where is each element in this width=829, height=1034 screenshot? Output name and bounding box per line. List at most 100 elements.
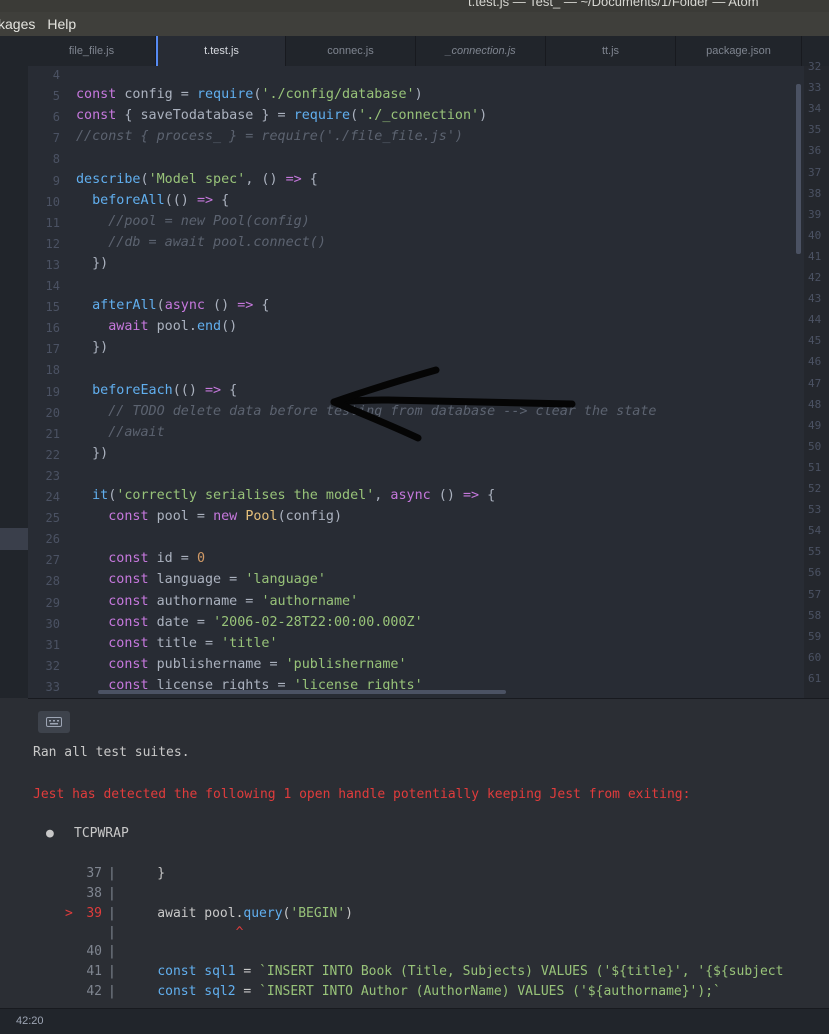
frame-line-number: 37	[86, 866, 102, 881]
frame-code: ^	[235, 925, 244, 940]
frame-pipe: |	[108, 906, 116, 921]
tree-view-selected-item[interactable]	[0, 528, 28, 550]
right-gutter-number: 40	[808, 228, 822, 242]
right-gutter-number: 59	[808, 629, 822, 643]
line-number: 11	[45, 215, 60, 230]
right-gutter-number: 50	[808, 439, 822, 453]
right-gutter-number: 36	[808, 144, 822, 158]
code-line[interactable]: const date = '2006-02-28T22:00:00.000Z'	[76, 615, 422, 630]
terminal-panel[interactable]: Ran all test suites. Jest has detected t…	[28, 698, 829, 1009]
tab-tt-js[interactable]: tt.js	[546, 36, 676, 66]
right-gutter-number: 39	[808, 207, 822, 221]
tree-view-sidebar[interactable]	[0, 36, 28, 701]
line-number: 30	[45, 616, 60, 631]
code-line[interactable]: const config = require('./config/databas…	[76, 87, 423, 102]
line-number: 26	[45, 532, 60, 547]
frame-pipe: |	[108, 866, 116, 881]
right-gutter-number: 60	[808, 650, 822, 664]
line-number: 5	[52, 89, 60, 104]
line-number: 4	[52, 68, 60, 82]
code-line[interactable]: const pool = new Pool(config)	[76, 509, 342, 524]
code-line[interactable]: })	[76, 256, 108, 271]
line-number: 9	[52, 173, 60, 188]
line-number: 24	[45, 490, 60, 504]
line-number: 15	[45, 300, 60, 315]
tab-bar: file_file.js t.test.js connec.js _connectio…	[28, 36, 829, 66]
horizontal-scrollbar[interactable]	[98, 690, 506, 694]
line-number: 13	[45, 257, 60, 272]
tab-connection-js[interactable]: _connection.js	[416, 36, 546, 66]
line-number: 23	[45, 468, 60, 483]
line-number: 28	[45, 574, 60, 589]
line-number: 7	[52, 131, 60, 146]
code-line[interactable]: describe('Model spec', () => {	[76, 172, 318, 187]
hand-drawn-arrow-annotation	[330, 366, 576, 442]
right-gutter-number: 58	[808, 608, 822, 622]
code-line[interactable]: //const { process_ } = require('./file_f…	[76, 129, 463, 144]
line-number: 21	[45, 426, 60, 441]
code-line[interactable]: const { saveTodatabase } = require('./_c…	[76, 108, 487, 123]
code-line[interactable]: const authorname = 'authorname'	[76, 594, 358, 609]
frame-pipe: |	[108, 886, 116, 901]
code-editor[interactable]: 4 5 6 7 8 9 10 11 12 13 14 15 16 17 18 19 20 21 22 23 24 25 26…	[28, 66, 804, 698]
window-title-bar: t.test.js — Test_ — ~/Documents/1/Folder…	[0, 0, 829, 12]
code-line[interactable]: const title = 'title'	[76, 636, 277, 651]
line-number: 33	[45, 679, 60, 694]
frame-line-number: 40	[86, 944, 102, 959]
line-number: 31	[45, 637, 60, 652]
code-line[interactable]: const publishername = 'publishername'	[76, 657, 406, 672]
right-gutter-number: 34	[808, 102, 822, 116]
line-number: 8	[52, 152, 60, 167]
vertical-scrollbar[interactable]	[796, 84, 801, 254]
frame-pipe: |	[108, 944, 116, 959]
code-line[interactable]: //db = await pool.connect()	[76, 235, 326, 250]
code-line[interactable]: })	[76, 340, 108, 355]
tab-connec-js[interactable]: connec.js	[286, 36, 416, 66]
tab-t-test-js[interactable]: t.test.js	[156, 36, 286, 66]
code-line[interactable]: const id = 0	[76, 551, 205, 566]
code-line[interactable]: await pool.end()	[76, 319, 237, 334]
code-line[interactable]: beforeEach(() => {	[76, 383, 237, 398]
right-gutter-number: 54	[808, 524, 822, 538]
code-line[interactable]: beforeAll(() => {	[76, 193, 229, 208]
cursor-position[interactable]: 42:20	[16, 1015, 44, 1027]
tab-file-file-js[interactable]: file_file.js	[28, 36, 156, 66]
line-number: 27	[45, 553, 60, 568]
right-gutter-number: 41	[808, 249, 822, 263]
error-marker: >	[65, 906, 73, 921]
keyboard-icon[interactable]	[38, 711, 70, 733]
line-number: 19	[45, 384, 60, 399]
tab-package-json[interactable]: package.json	[676, 36, 802, 66]
frame-line-number: 38	[86, 886, 102, 901]
right-gutter-number: 45	[808, 334, 822, 348]
frame-line-number: 41	[86, 964, 102, 979]
window-title: t.test.js — Test_ — ~/Documents/1/Folder…	[468, 0, 759, 9]
code-line[interactable]: })	[76, 446, 108, 461]
right-gutter-number: 56	[808, 566, 822, 580]
line-number: 32	[45, 658, 60, 673]
line-number: 10	[45, 194, 60, 209]
frame-code: const sql1 = `INSERT INTO Book (Title, S…	[157, 964, 784, 979]
terminal-error-text: Jest has detected the following 1 open h…	[33, 787, 691, 802]
right-gutter-number: 33	[808, 81, 822, 95]
menu-help[interactable]: Help	[47, 16, 76, 32]
line-number: 20	[45, 405, 60, 420]
line-number: 6	[52, 110, 60, 125]
right-gutter-number: 52	[808, 482, 822, 495]
code-line[interactable]: afterAll(async () => {	[76, 298, 269, 313]
line-number: 18	[45, 363, 60, 378]
frame-code: await pool.query('BEGIN')	[126, 906, 353, 921]
right-gutter-number: 57	[808, 587, 822, 601]
frame-code: }	[126, 866, 166, 881]
right-gutter-number: 35	[808, 123, 822, 137]
right-gutter-number: 61	[808, 671, 822, 685]
code-line[interactable]: const language = 'language'	[76, 572, 326, 587]
line-number: 17	[45, 342, 60, 357]
menu-packages[interactable]: kages	[0, 16, 35, 32]
right-gutter-number: 44	[808, 313, 822, 327]
right-gutter-number: 49	[808, 418, 822, 432]
right-gutter-number: 55	[808, 545, 822, 559]
code-line[interactable]: //pool = new Pool(config)	[76, 214, 310, 229]
code-line[interactable]: it('correctly serialises the model', asy…	[76, 488, 495, 503]
code-line[interactable]: //await	[76, 425, 164, 440]
